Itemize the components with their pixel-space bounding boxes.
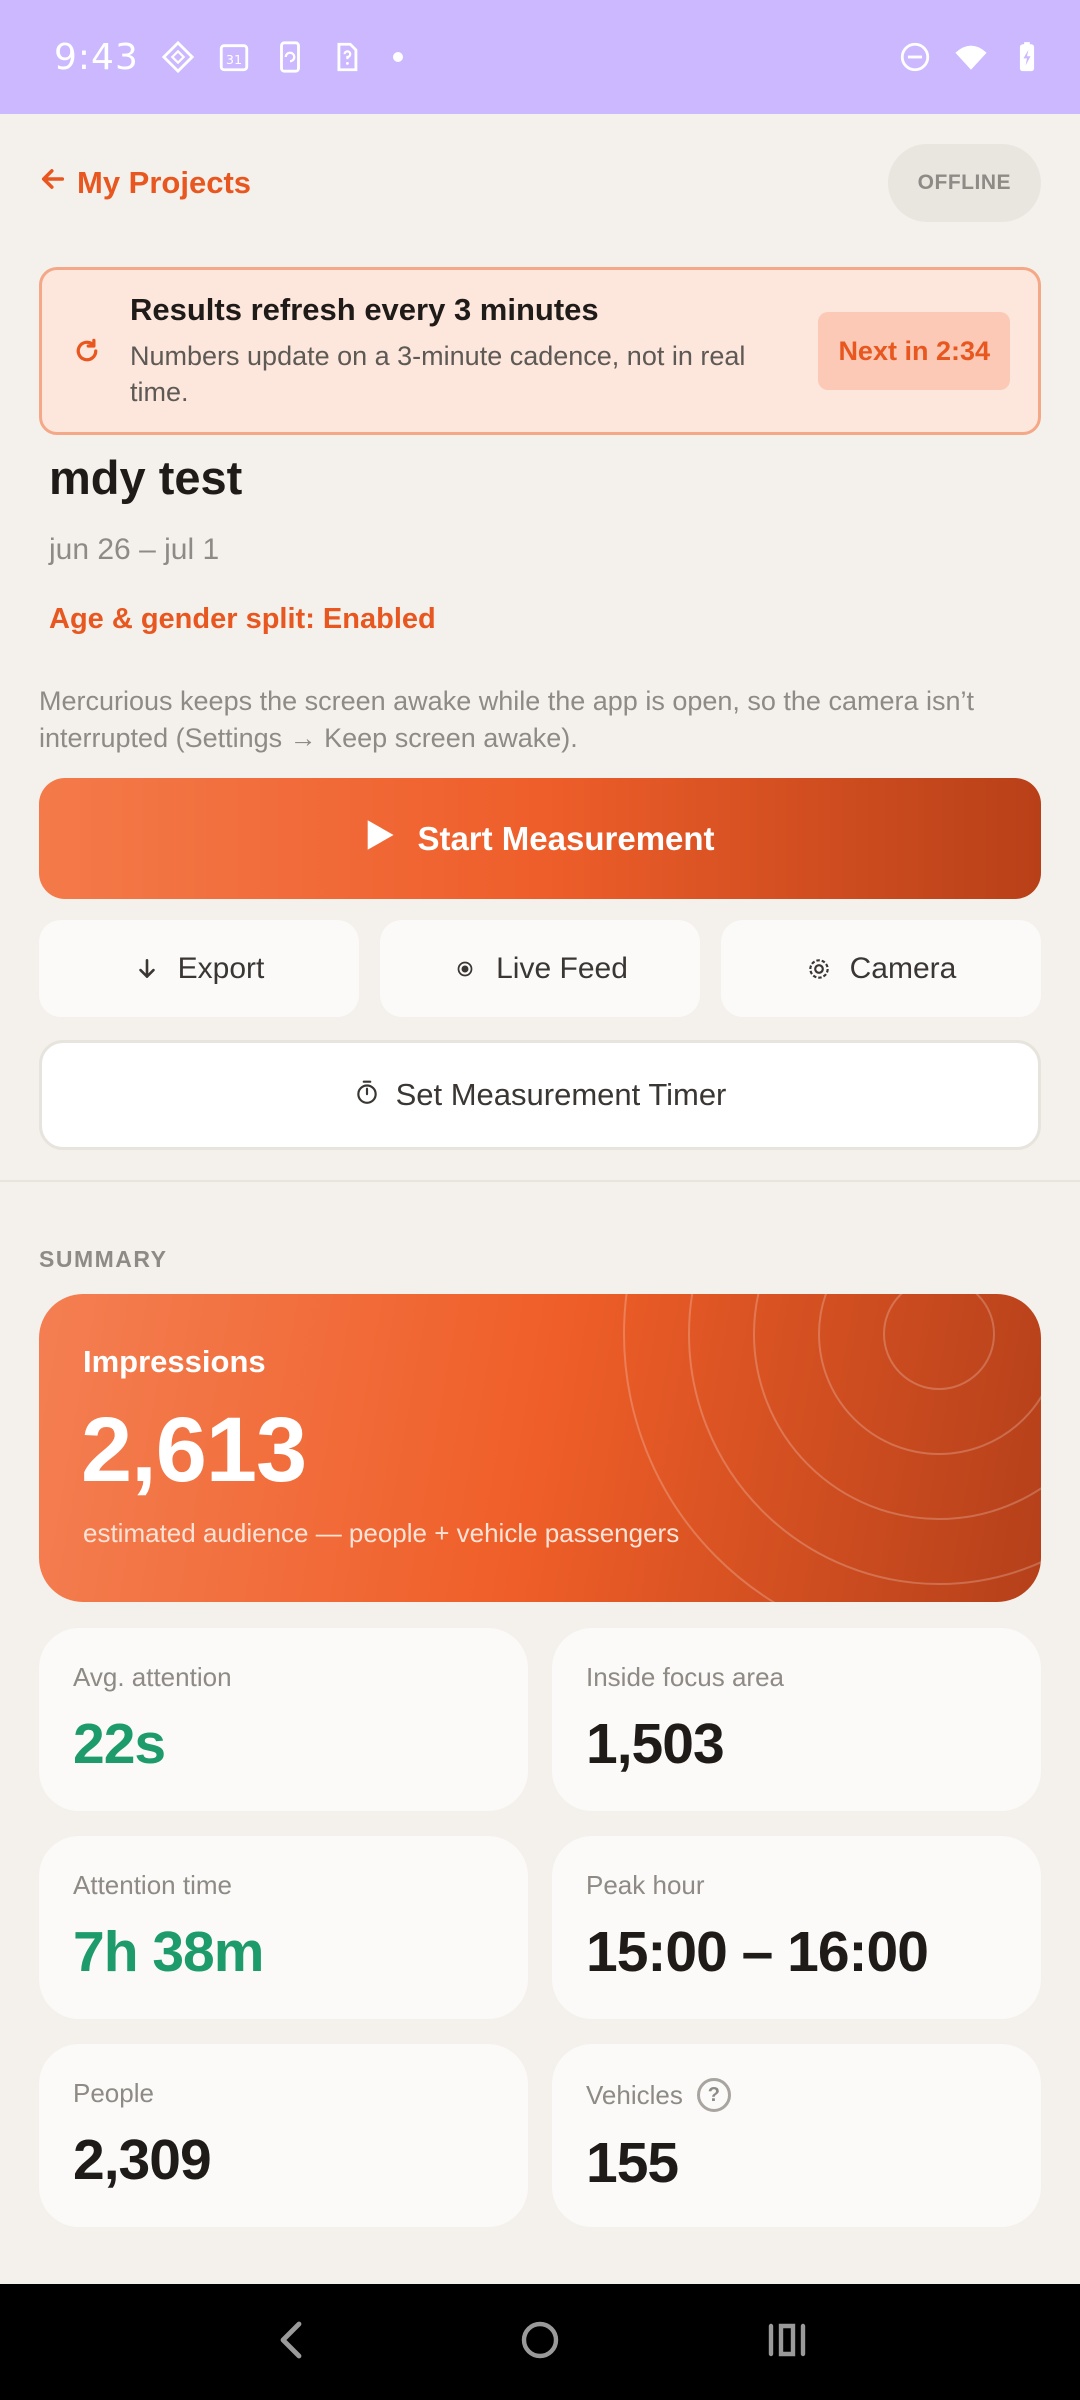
people-card: People 2,309 [39, 2044, 528, 2227]
impressions-subtitle: estimated audience — people + vehicle pa… [83, 1518, 680, 1548]
stat-value: 15:00 – 16:00 [586, 1920, 929, 1984]
start-measurement-button[interactable]: Start Measurement [39, 778, 1041, 899]
offline-badge: OFFLINE [887, 144, 1041, 222]
stat-value: 155 [586, 2131, 679, 2195]
stat-value: 22s [73, 1712, 166, 1776]
banner-text: Results refresh every 3 minutes Numbers … [130, 292, 818, 410]
age-gender-split-status: Age & gender split: Enabled [49, 603, 436, 635]
stat-value: 2,309 [73, 2128, 212, 2192]
project-date-range: jun 26 – jul 1 [49, 533, 220, 566]
peak-hour-card: Peak hour 15:00 – 16:00 [552, 1836, 1041, 2019]
banner-title: Results refresh every 3 minutes [130, 292, 599, 327]
system-navigation-bar [0, 2284, 1080, 2400]
recents-icon [763, 2316, 811, 2369]
secondary-actions-row: Export Live Feed Camera [39, 920, 1041, 1017]
calendar-day-text: 31 [226, 53, 242, 68]
sim-question-icon [329, 40, 363, 74]
radio-dot-icon [452, 956, 478, 982]
refresh-banner: Results refresh every 3 minutes Numbers … [39, 267, 1041, 435]
attention-time-card: Attention time 7h 38m [39, 1836, 528, 2019]
stat-label: People [73, 2078, 154, 2108]
summary-section-label: SUMMARY [39, 1246, 168, 1272]
vehicles-card: Vehicles ? 155 [552, 2044, 1041, 2227]
nav-home-button[interactable] [510, 2312, 570, 2372]
stat-value: 7h 38m [73, 1920, 264, 1984]
nav-recents-button[interactable] [757, 2312, 817, 2372]
project-title: mdy test [49, 451, 243, 504]
do-not-disturb-icon [898, 40, 932, 74]
nav-back-button[interactable] [263, 2312, 323, 2372]
stat-label: Avg. attention [73, 1662, 232, 1692]
live-feed-button[interactable]: Live Feed [380, 920, 700, 1017]
impressions-label: Impressions [83, 1344, 266, 1379]
back-link-label: My Projects [77, 165, 252, 200]
live-feed-label: Live Feed [496, 951, 628, 985]
chevron-left-icon [269, 2316, 317, 2369]
refresh-icon [72, 336, 102, 366]
stat-label: Peak hour [586, 1870, 705, 1900]
impressions-value: 2,613 [81, 1399, 307, 1501]
stat-label: Vehicles [586, 2079, 683, 2110]
top-header: My Projects OFFLINE [39, 144, 1041, 222]
wifi-icon [954, 40, 988, 74]
play-icon [365, 819, 395, 859]
clock: 9:43 [54, 36, 139, 78]
back-to-projects-link[interactable]: My Projects [39, 165, 251, 201]
camera-label: Camera [849, 951, 957, 985]
avg-attention-card: Avg. attention 22s [39, 1628, 528, 1811]
start-measurement-label: Start Measurement [417, 819, 715, 857]
stat-value: 1,503 [586, 1712, 725, 1776]
impressions-card: Impressions 2,613 estimated audience — p… [39, 1294, 1041, 1602]
stat-label-row: Vehicles ? [586, 2078, 1007, 2112]
export-button[interactable]: Export [39, 920, 359, 1017]
set-measurement-timer-button[interactable]: Set Measurement Timer [39, 1040, 1041, 1150]
section-divider [0, 1180, 1080, 1182]
inside-focus-area-card: Inside focus area 1,503 [552, 1628, 1041, 1811]
timer-label: Set Measurement Timer [395, 1077, 727, 1112]
screen-awake-note: Mercurious keeps the screen awake while … [39, 686, 974, 753]
battery-charging-icon [1010, 40, 1044, 74]
stopwatch-icon [354, 1077, 380, 1113]
arrow-left-icon [39, 165, 67, 201]
camera-button[interactable]: Camera [721, 920, 1041, 1017]
status-bar-right [898, 40, 1044, 74]
gear-icon [806, 956, 832, 982]
stat-label: Inside focus area [586, 1662, 785, 1692]
home-circle-icon [516, 2316, 564, 2369]
help-icon[interactable]: ? [696, 2078, 731, 2112]
diamond-app-icon [161, 40, 195, 74]
banner-subtitle: Numbers update on a 3-minute cadence, no… [130, 341, 746, 407]
stat-label: Attention time [73, 1870, 232, 1900]
calendar-icon: 31 [217, 40, 251, 74]
arrow-down-icon [134, 956, 160, 982]
status-bar: 9:43 31 [0, 0, 1080, 114]
next-refresh-countdown: Next in 2:34 [818, 312, 1010, 390]
export-label: Export [177, 951, 265, 985]
status-bar-left: 9:43 31 [54, 37, 403, 78]
phone-sync-icon [273, 40, 307, 74]
notification-dot-icon [392, 52, 403, 62]
